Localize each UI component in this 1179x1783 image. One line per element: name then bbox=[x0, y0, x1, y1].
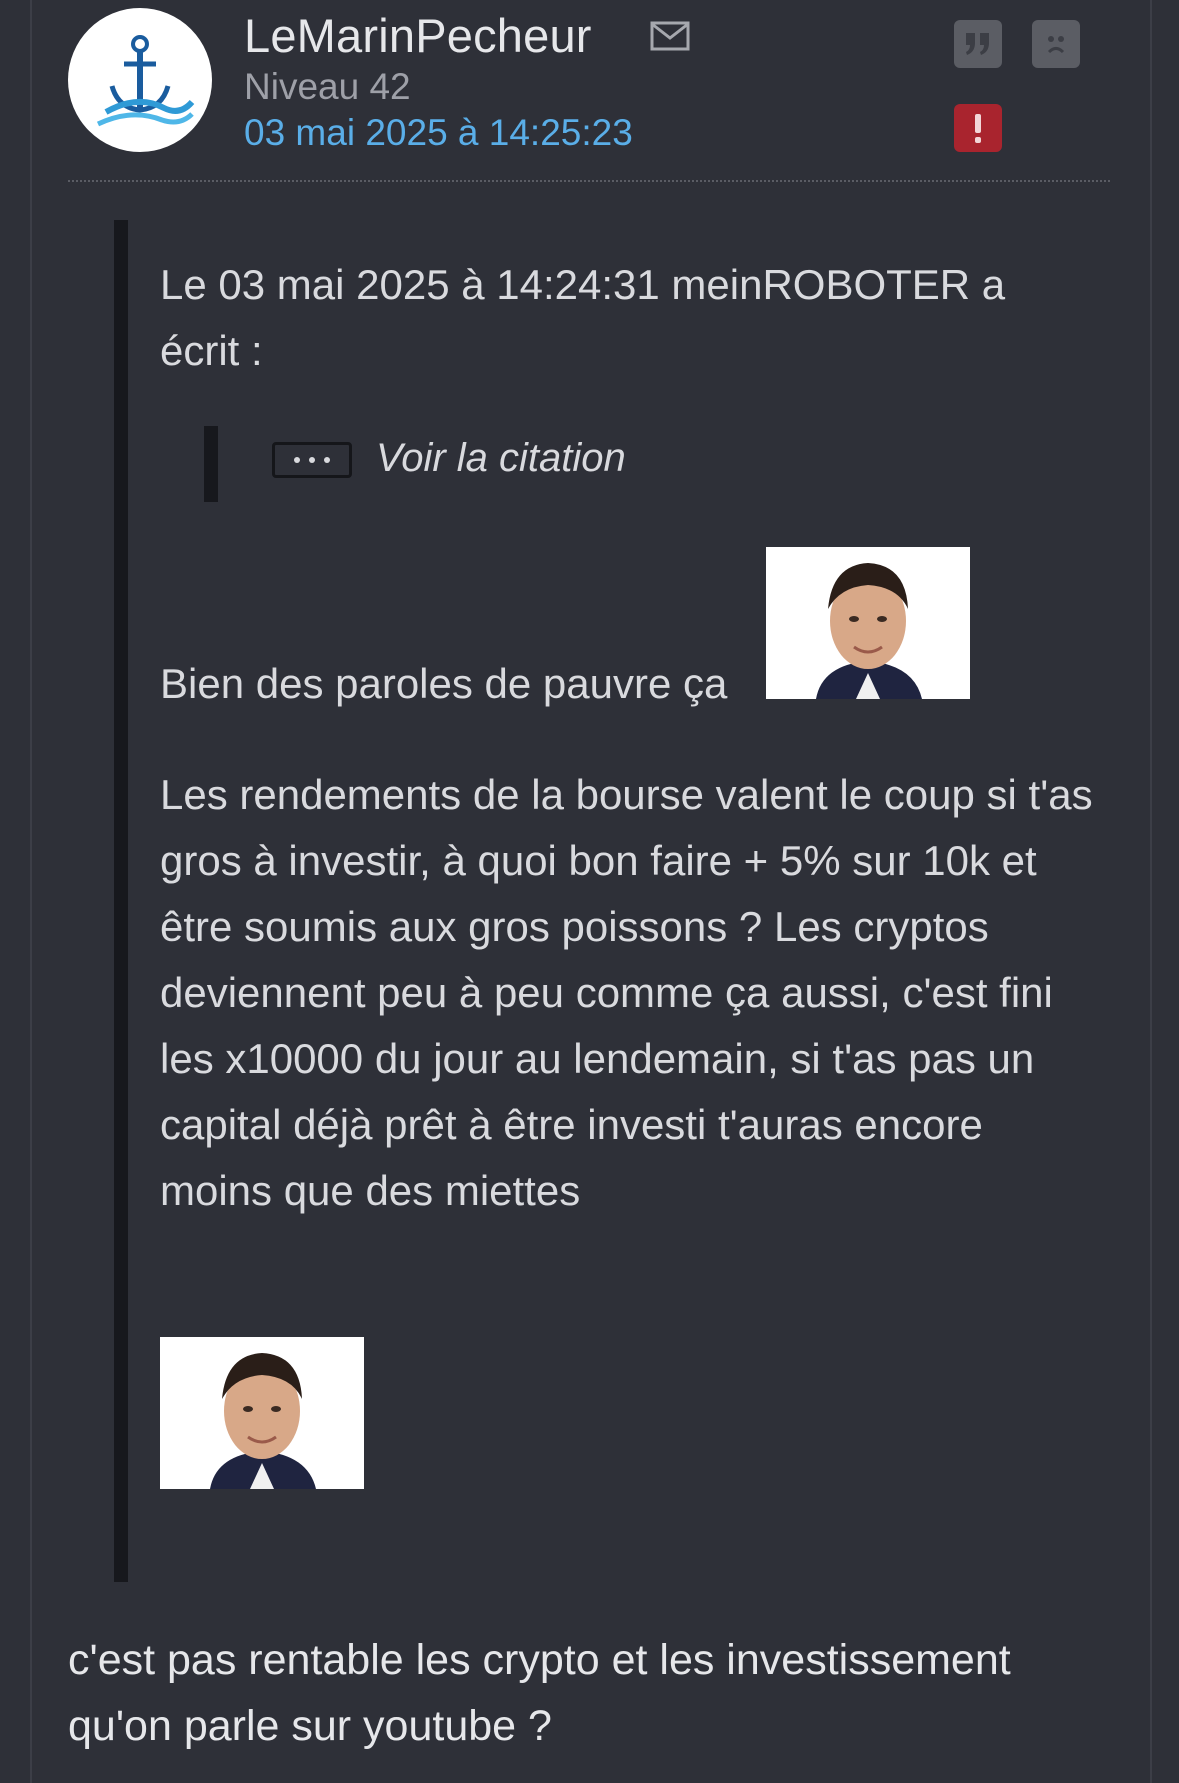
quote-paragraph: Les rendements de la bourse valent le co… bbox=[160, 762, 1100, 1224]
sticker-image[interactable] bbox=[766, 547, 970, 699]
quote-paragraph-text: Les rendements de la bourse valent le co… bbox=[160, 771, 1093, 1214]
author-name[interactable]: LeMarinPecheur bbox=[244, 8, 592, 63]
sad-face-icon bbox=[1047, 36, 1065, 54]
see-quote-link[interactable]: Voir la citation bbox=[376, 436, 626, 481]
dot-icon bbox=[294, 457, 300, 463]
dot-icon bbox=[309, 457, 315, 463]
mail-icon[interactable] bbox=[650, 20, 692, 52]
quote-icon bbox=[966, 33, 989, 55]
report-button[interactable] bbox=[954, 104, 1002, 152]
portrait-sticker-icon bbox=[766, 547, 970, 699]
post-date-link[interactable]: 03 mai 2025 à 14:25:23 bbox=[244, 112, 633, 154]
quote-header: Le 03 mai 2025 à 14:24:31 meinROBOTER a … bbox=[160, 261, 1006, 374]
user-level: Niveau 42 bbox=[244, 66, 411, 107]
expand-quote-button[interactable] bbox=[272, 442, 352, 478]
quote-bar bbox=[114, 220, 128, 1582]
portrait-sticker-icon bbox=[160, 1337, 364, 1489]
nested-quote-bar bbox=[204, 426, 218, 502]
header-separator bbox=[68, 180, 1110, 182]
exclamation-icon bbox=[975, 114, 981, 143]
dot-icon bbox=[324, 457, 330, 463]
user-avatar[interactable] bbox=[68, 8, 212, 152]
quote-line: Bien des paroles de pauvre ça bbox=[160, 660, 728, 707]
anchor-wave-logo-icon bbox=[96, 35, 195, 127]
sticker-image[interactable] bbox=[160, 1337, 364, 1489]
sad-reaction-button[interactable] bbox=[1032, 20, 1080, 68]
quote-button[interactable] bbox=[954, 20, 1002, 68]
reply-text: c'est pas rentable les crypto et les inv… bbox=[68, 1636, 1011, 1750]
